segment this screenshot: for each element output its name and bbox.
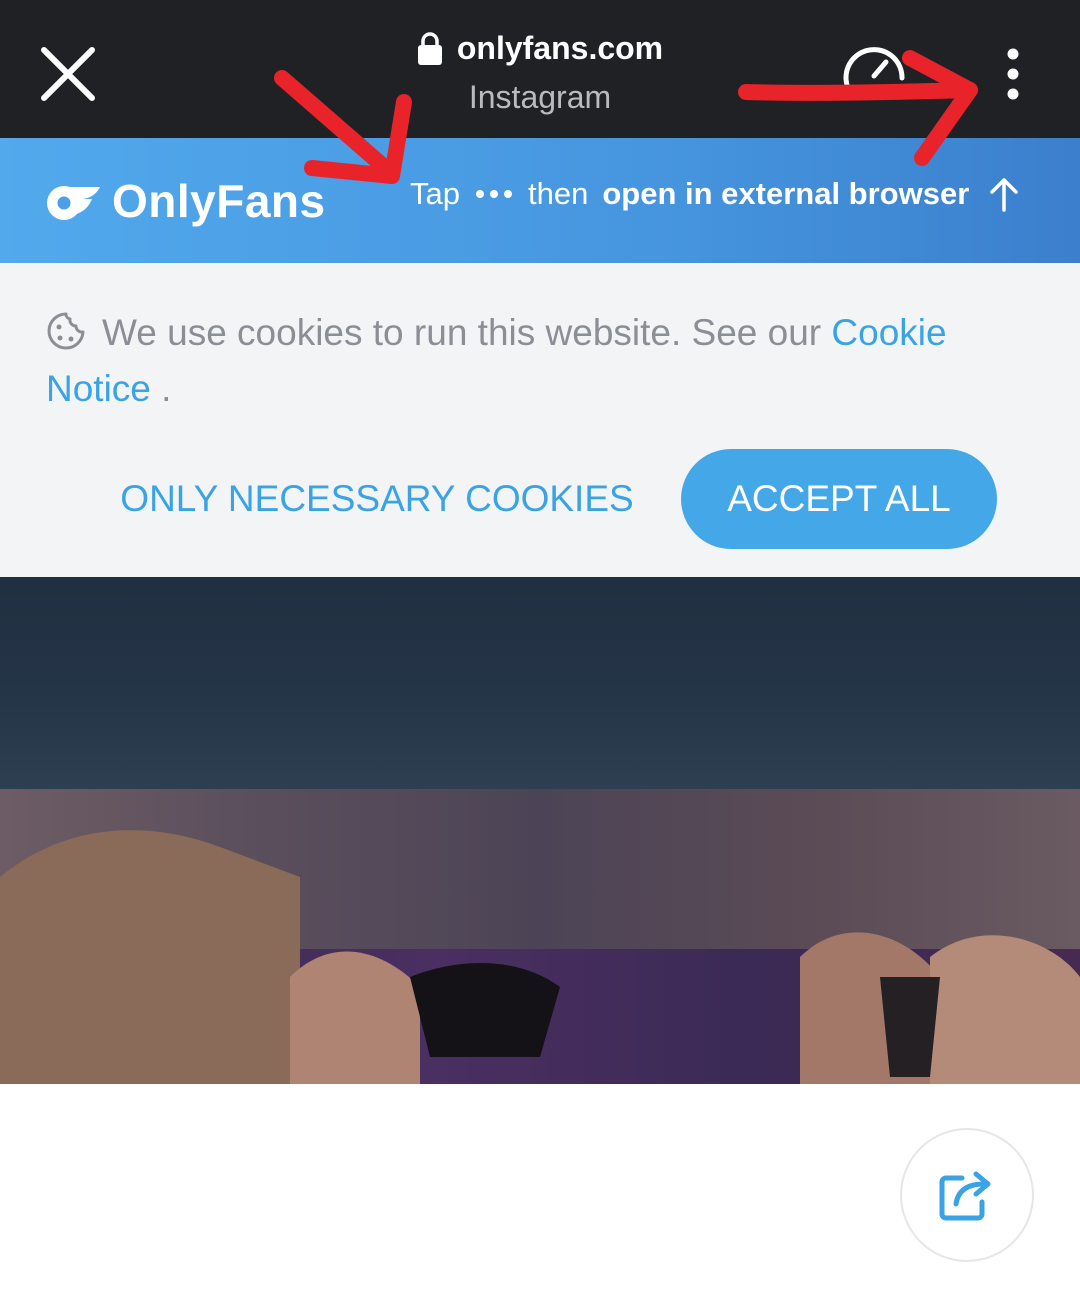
banner-instruction: Tap then open in external browser [410,176,1021,212]
only-necessary-cookies-button[interactable]: ONLY NECESSARY COOKIES [114,449,640,549]
cookie-notice: We use cookies to run this website. See … [0,263,1080,577]
source-app-label: Instagram [468,78,612,115]
cookie-icon [47,312,85,350]
share-button[interactable] [900,1128,1034,1262]
share-icon [939,1171,991,1221]
then-label: then [527,176,589,211]
more-vert-icon [1007,48,1019,100]
external-browser-banner: OnlyFans Tap then open in external brows… [0,138,1080,263]
more-options-button[interactable] [990,44,1036,104]
more-horiz-icon [475,190,512,198]
speedometer-icon [843,47,905,95]
profile-cover-image [0,577,1080,1084]
tap-label: Tap [410,176,460,211]
cookie-notice-text: We use cookies to run this website. See … [46,305,1036,417]
browser-toolbar: onlyfans.com Instagram [0,0,1080,138]
cookie-text-suffix: . [150,368,172,409]
address-area[interactable]: onlyfans.com Instagram [0,30,1080,116]
accept-all-button[interactable]: ACCEPT ALL [681,449,997,549]
speed-button[interactable] [836,36,916,106]
brand-name: OnlyFans [112,175,326,227]
arrow-up-icon [990,178,1019,212]
onlyfans-logo-icon [47,186,100,220]
page-domain: onlyfans.com [456,30,664,66]
cookie-text: We use cookies to run this website. See … [102,312,822,353]
lock-icon [417,31,442,65]
brand-logo: OnlyFans [44,174,326,228]
instruction-bold: open in external browser [602,176,970,211]
